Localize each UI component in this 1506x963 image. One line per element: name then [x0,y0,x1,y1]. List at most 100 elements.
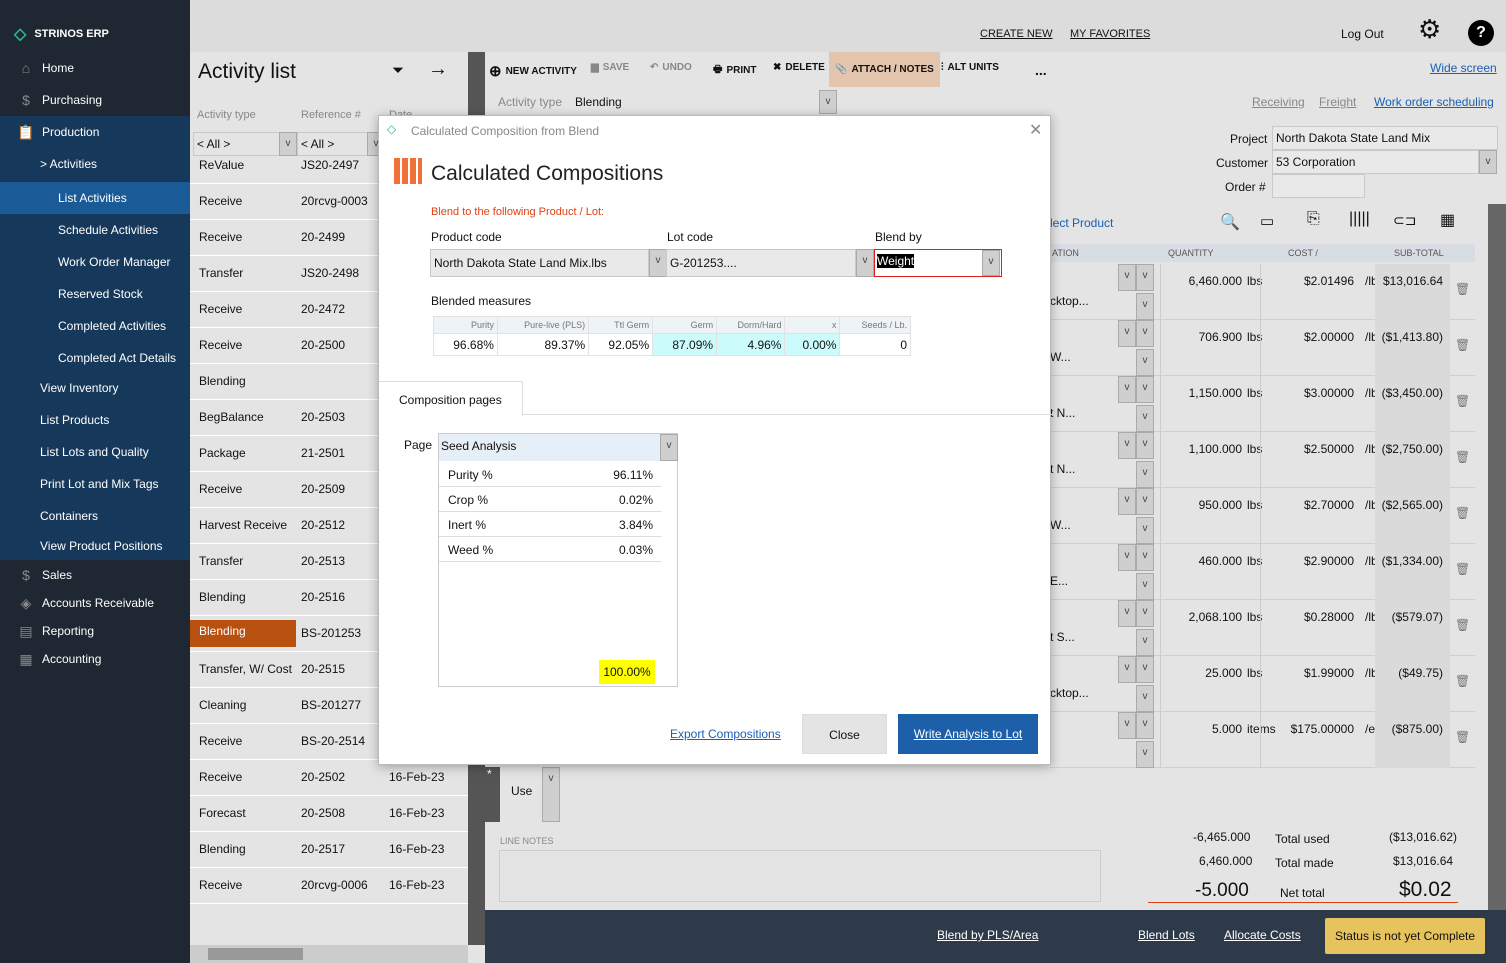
activity-row[interactable]: Receive 20rcvg-0006 16-Feb-23 [190,868,468,904]
lot-code-field[interactable]: G-201253.... [666,249,856,277]
chevron-down-icon[interactable]: v [982,250,1000,276]
sidebar-item[interactable]: 📋 Production [0,118,190,146]
allocate-costs-link[interactable]: Allocate Costs [1224,928,1301,942]
trash-icon[interactable]: 🗑 [1455,506,1470,520]
my-favorites-link[interactable]: MY FAVORITES [1070,28,1150,40]
quantity[interactable]: 706.900 [1162,330,1242,344]
chevron-down-icon[interactable]: v [1118,432,1136,459]
trash-icon[interactable]: 🗑 [1455,674,1470,688]
chevron-down-icon[interactable]: v [542,767,560,822]
quantity[interactable]: 1,150.000 [1162,386,1242,400]
add-item-icon[interactable]: ▭ [1260,212,1274,230]
trash-icon[interactable]: 🗑 [1455,394,1470,408]
chevron-down-icon[interactable]: v [1136,573,1154,600]
page-select[interactable]: Seed Analysis [439,434,661,461]
chevron-down-icon[interactable]: v [1136,712,1154,739]
select-product-link[interactable]: lect Product [1050,216,1113,230]
line-item-row[interactable]: v v v W... 950.000 lbs $2.70000/lb ($2,565.00) 🗑 [1050,488,1475,544]
quantity[interactable]: 25.000 [1162,666,1242,680]
cost[interactable]: $2.70000 [1262,498,1354,512]
activity-row[interactable]: Blending 20-2517 16-Feb-23 [190,832,468,868]
work-order-scheduling-link[interactable]: Work order scheduling [1374,95,1494,109]
chevron-down-icon[interactable]: v [1118,264,1136,291]
quantity[interactable]: 2,068.100 [1162,610,1242,624]
sidebar-item[interactable]: List Products [0,406,190,434]
cost[interactable]: $175.00000 [1262,722,1354,736]
sidebar-item[interactable]: List Lots and Quality [0,438,190,466]
chevron-down-icon[interactable]: v [1118,376,1136,403]
wide-screen-link[interactable]: Wide screen [1430,61,1497,75]
quantity[interactable]: 6,460.000 [1162,274,1242,288]
sidebar-item[interactable]: Containers [0,502,190,530]
chevron-down-icon[interactable]: v [1136,293,1154,320]
sidebar-item[interactable]: > Activities [0,150,190,178]
chevron-down-icon[interactable]: v [1118,656,1136,683]
chevron-down-icon[interactable]: v [649,249,667,277]
line-item-row[interactable]: vvvt N... 1,100.000 lbs $2.50000/lb ($2,750.… [1050,432,1475,488]
chevron-down-icon[interactable]: v [1479,150,1497,174]
chevron-down-icon[interactable]: v [856,249,874,277]
sidebar-item[interactable]: ▤ Reporting [0,617,190,645]
line-item-row[interactable]: v v v cktop... 6,460.000 lbs $2.01496/lb $13,01… [1050,264,1475,320]
activity-type-value[interactable]: Blending [575,95,622,109]
help-icon[interactable]: ? [1468,20,1494,46]
sidebar-item[interactable]: ◈ Accounts Receivable [0,589,190,617]
quantity[interactable]: 460.000 [1162,554,1242,568]
write-analysis-button[interactable]: Write Analysis to Lot [898,714,1038,754]
cost[interactable]: $0.28000 [1262,610,1354,624]
tag-icon[interactable]: ⊂⊐ [1393,212,1416,229]
activity-row[interactable]: Receive 20-2502 16-Feb-23 [190,760,468,796]
sidebar-item[interactable]: Reserved Stock [0,278,190,310]
line-item-row[interactable]: v v v E... 460.000 lbs $2.90000/lb ($1,334.00) 🗑 [1050,544,1475,600]
trash-icon[interactable]: 🗑 [1455,282,1470,296]
line-item-row[interactable]: v v v cktop... 25.000 lbs $1.99000/lb ($49.75) 🗑 [1050,656,1475,712]
chevron-down-icon[interactable]: v [1118,600,1136,627]
chevron-down-icon[interactable]: v [660,434,678,461]
sidebar-item[interactable]: Print Lot and Mix Tags [0,470,190,498]
grid-icon[interactable]: ▦ [1440,210,1455,230]
attach-notes-button[interactable]: 📎 ATTACH / NOTES [829,52,940,87]
cost[interactable]: $1.99000 [1262,666,1354,680]
gear-icon[interactable]: ⚙ [1418,14,1441,45]
filter-icon[interactable]: ⏷ [392,62,404,79]
customer-field[interactable]: 53 Corporation [1272,150,1479,174]
chevron-down-icon[interactable]: v [1136,629,1154,656]
chevron-down-icon[interactable]: v [1136,544,1154,571]
log-out-button[interactable]: Log Out [1341,27,1384,41]
quantity[interactable]: 950.000 [1162,498,1242,512]
undo-button[interactable]: ↶ UNDO [650,62,692,73]
trash-icon[interactable]: 🗑 [1455,730,1470,744]
chevron-down-icon[interactable]: v [819,90,837,114]
line-notes-input[interactable] [499,850,1101,902]
chevron-down-icon[interactable]: v [1136,264,1154,291]
sidebar-item[interactable]: ▦ Accounting [0,645,190,673]
chevron-down-icon[interactable]: v [1136,432,1154,459]
cost[interactable]: $2.50000 [1262,442,1354,456]
barcode-icon[interactable]: ||||| [1349,210,1370,228]
sidebar-item[interactable]: Schedule Activities [0,214,190,246]
chevron-down-icon[interactable]: v [1136,685,1154,712]
save-button[interactable]: ▆ SAVE [591,62,629,73]
blend-lots-link[interactable]: Blend Lots [1138,928,1195,942]
quantity[interactable]: 1,100.000 [1162,442,1242,456]
col-reference[interactable]: Reference # [301,109,361,121]
chevron-down-icon[interactable]: v [1136,741,1154,768]
horizontal-scrollbar[interactable] [190,945,468,963]
search-icon[interactable]: 🔍 [1220,212,1240,232]
chevron-down-icon[interactable]: v [1136,405,1154,432]
quantity[interactable]: 5.000 [1162,722,1242,736]
chevron-down-icon[interactable]: v [1136,488,1154,515]
alt-units-button[interactable]: ⫶ ALT UNITS [941,62,999,73]
arrow-right-icon[interactable]: → [428,58,448,81]
activity-row[interactable]: Forecast 20-2508 16-Feb-23 [190,796,468,832]
sidebar-item[interactable]: Completed Act Details [0,342,190,374]
sidebar-item[interactable]: List Activities [0,182,190,214]
trash-icon[interactable]: 🗑 [1455,338,1470,352]
sidebar-item[interactable]: ⌂ Home [0,54,190,82]
sidebar-item[interactable]: $ Purchasing [0,86,190,114]
chevron-down-icon[interactable]: v [1136,349,1154,376]
sidebar-item[interactable]: View Product Positions [0,532,190,560]
blend-by-pls-link[interactable]: Blend by PLS/Area [937,928,1038,942]
chevron-down-icon[interactable]: v [1118,488,1136,515]
new-activity-button[interactable]: ⊕ NEW ACTIVITY [489,62,577,80]
